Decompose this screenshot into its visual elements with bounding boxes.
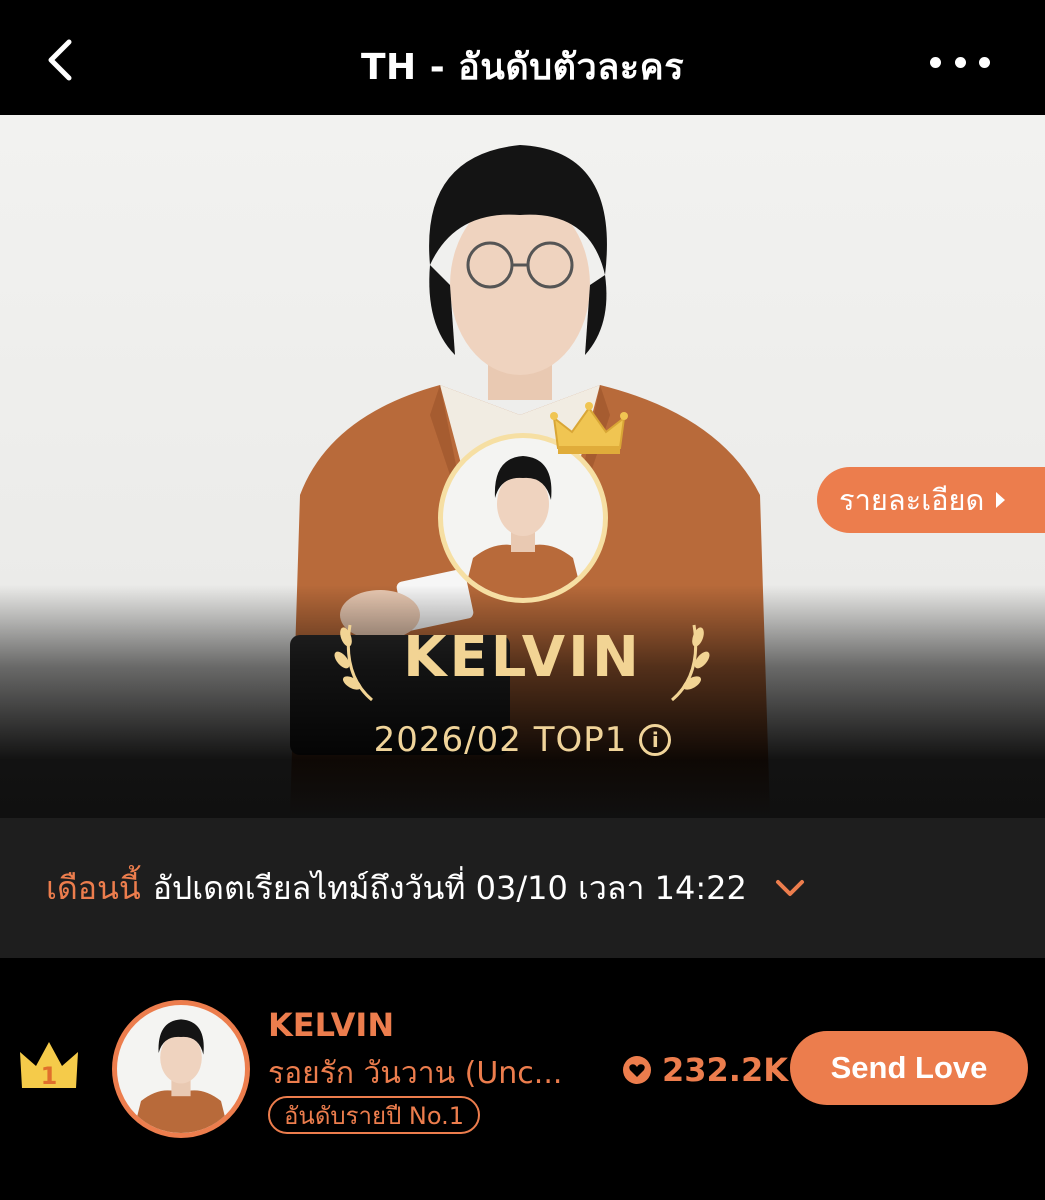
featured-star-name: KELVIN <box>403 625 642 690</box>
caret-right-icon <box>996 492 1006 508</box>
rank-avatar[interactable] <box>112 1000 250 1138</box>
ranking-list-item[interactable]: 1 KELVIN รอยรัก วันวาน (Unc... อันดับราย… <box>0 958 1045 1200</box>
yearly-rank-badge: อันดับรายปี No.1 <box>268 1096 481 1134</box>
update-timestamp: อัปเดตเรียลไทม์ถึงวันที่ 03/10 เวลา 14:2… <box>152 868 747 907</box>
top-rank-line: 2026/02 TOP1 i <box>0 720 1045 760</box>
details-label: รายละเอียด <box>839 483 985 517</box>
rank-avatar-image <box>133 1019 229 1133</box>
rank-crown-icon: 1 <box>20 1042 78 1090</box>
hero-gradient-overlay <box>0 585 1045 818</box>
info-icon[interactable]: i <box>639 724 672 756</box>
page-title: TH - อันดับตัวละคร <box>360 47 685 88</box>
love-count: 232.2K <box>622 1051 788 1089</box>
details-button[interactable]: รายละเอียด <box>817 467 1045 533</box>
top-rank-text: 2026/02 TOP1 <box>373 720 628 760</box>
rank-show-title: รอยรัก วันวาน (Unc... <box>268 1056 563 1091</box>
top-nav-bar: TH - อันดับตัวละคร <box>0 0 1045 115</box>
love-count-value: 232.2K <box>662 1051 789 1089</box>
more-dots-icon <box>930 56 941 68</box>
send-love-button[interactable]: Send Love <box>790 1031 1028 1105</box>
month-filter-label: เดือนนี้ <box>46 868 141 907</box>
hero-banner: รายละเอียด KELVIN 2026/02 TOP1 i <box>0 115 1045 818</box>
crown-icon <box>550 402 628 454</box>
laurel-right-icon <box>671 624 710 702</box>
avatar-image <box>463 456 583 598</box>
heart-icon <box>623 1056 651 1084</box>
rank-star-name: KELVIN <box>268 1006 395 1044</box>
update-info-bar[interactable]: เดือนนี้ อัปเดตเรียลไทม์ถึงวันที่ 03/10 … <box>0 818 1045 958</box>
chevron-down-icon <box>775 880 804 896</box>
more-button[interactable] <box>930 50 990 74</box>
rank-number: 1 <box>41 1062 58 1090</box>
